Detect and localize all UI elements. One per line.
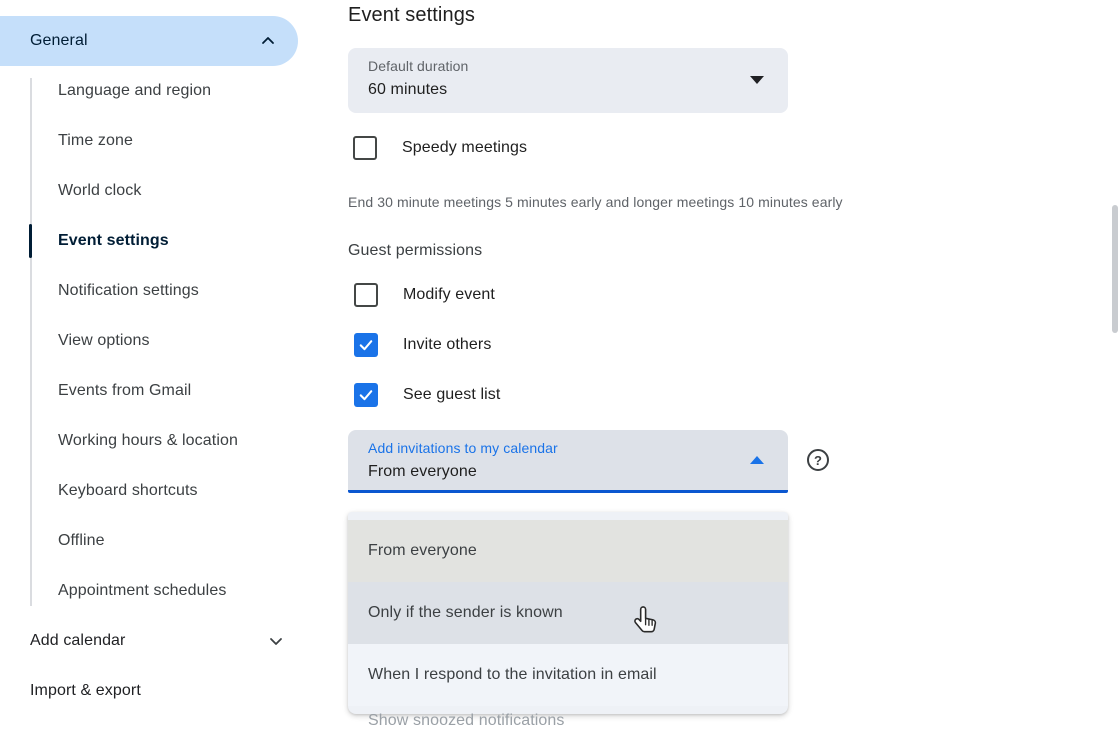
add-invitations-label: Add invitations to my calendar: [368, 440, 558, 456]
sidebar-import-export-label: Import & export: [30, 682, 284, 700]
sidebar-section-add-calendar[interactable]: Add calendar: [30, 629, 284, 653]
checkmark-icon: [357, 386, 375, 404]
see-guest-list-label: See guest list: [403, 386, 500, 404]
help-icon[interactable]: ?: [807, 449, 829, 471]
see-guest-list-checkbox[interactable]: [354, 383, 378, 407]
add-invitations-select[interactable]: Add invitations to my calendar From ever…: [348, 430, 788, 493]
sidebar-item-language-and-region[interactable]: Language and region: [58, 79, 211, 103]
guest-permissions-title: Guest permissions: [348, 242, 482, 260]
sidebar-item-appointment-schedules[interactable]: Appointment schedules: [58, 579, 226, 603]
sidebar-item-offline[interactable]: Offline: [58, 529, 105, 553]
default-duration-label: Default duration: [368, 58, 468, 74]
active-item-indicator: [29, 224, 32, 258]
speedy-meetings-checkbox[interactable]: [353, 136, 377, 160]
sidebar-item-keyboard-shortcuts[interactable]: Keyboard shortcuts: [58, 479, 198, 503]
see-guest-list-checkbox-row[interactable]: See guest list: [354, 383, 500, 407]
sidebar-item-working-hours[interactable]: Working hours & location: [58, 429, 238, 453]
menu-option-when-i-respond[interactable]: When I respond to the invitation in emai…: [348, 644, 788, 706]
checkmark-icon: [357, 336, 375, 354]
invite-others-label: Invite others: [403, 336, 491, 354]
sidebar-item-time-zone[interactable]: Time zone: [58, 129, 133, 153]
speedy-meetings-label: Speedy meetings: [402, 139, 527, 157]
menu-option-only-known-sender[interactable]: Only if the sender is known: [348, 582, 788, 644]
sidebar-section-general-label: General: [30, 32, 260, 50]
add-invitations-value: From everyone: [368, 463, 477, 481]
sidebar-item-events-from-gmail[interactable]: Events from Gmail: [58, 379, 191, 403]
chevron-up-icon: [260, 33, 276, 49]
calendar-settings-page: General Language and region Time zone Wo…: [0, 0, 1120, 730]
sidebar-section-import-export[interactable]: Import & export: [30, 679, 284, 703]
speedy-meetings-checkbox-row[interactable]: Speedy meetings: [353, 136, 527, 160]
sidebar-item-view-options[interactable]: View options: [58, 329, 150, 353]
menu-option-from-everyone[interactable]: From everyone: [348, 520, 788, 582]
add-invitations-dropdown-menu: From everyone Only if the sender is know…: [348, 512, 788, 714]
sidebar-item-event-settings[interactable]: Event settings: [58, 229, 169, 253]
sidebar-add-calendar-label: Add calendar: [30, 632, 268, 650]
sidebar-section-general[interactable]: General: [0, 16, 298, 66]
dropdown-arrow-up-icon: [750, 456, 764, 464]
show-snoozed-notifications-label: Show snoozed notifications: [368, 712, 565, 730]
vertical-scrollbar-thumb[interactable]: [1112, 205, 1118, 333]
modify-event-checkbox-row[interactable]: Modify event: [354, 283, 495, 307]
page-title: Event settings: [348, 4, 475, 27]
dropdown-arrow-down-icon: [750, 76, 764, 84]
default-duration-value: 60 minutes: [368, 81, 447, 99]
sidebar-item-notification-settings[interactable]: Notification settings: [58, 279, 199, 303]
sidebar-item-world-clock[interactable]: World clock: [58, 179, 142, 203]
chevron-down-icon: [268, 633, 284, 649]
modify-event-checkbox[interactable]: [354, 283, 378, 307]
speedy-meetings-help-text: End 30 minute meetings 5 minutes early a…: [348, 194, 843, 210]
invite-others-checkbox-row[interactable]: Invite others: [354, 333, 491, 357]
invite-others-checkbox[interactable]: [354, 333, 378, 357]
default-duration-select[interactable]: Default duration 60 minutes: [348, 48, 788, 113]
modify-event-label: Modify event: [403, 286, 495, 304]
nav-rail-line: [30, 78, 32, 606]
help-icon-glyph: ?: [814, 453, 822, 468]
